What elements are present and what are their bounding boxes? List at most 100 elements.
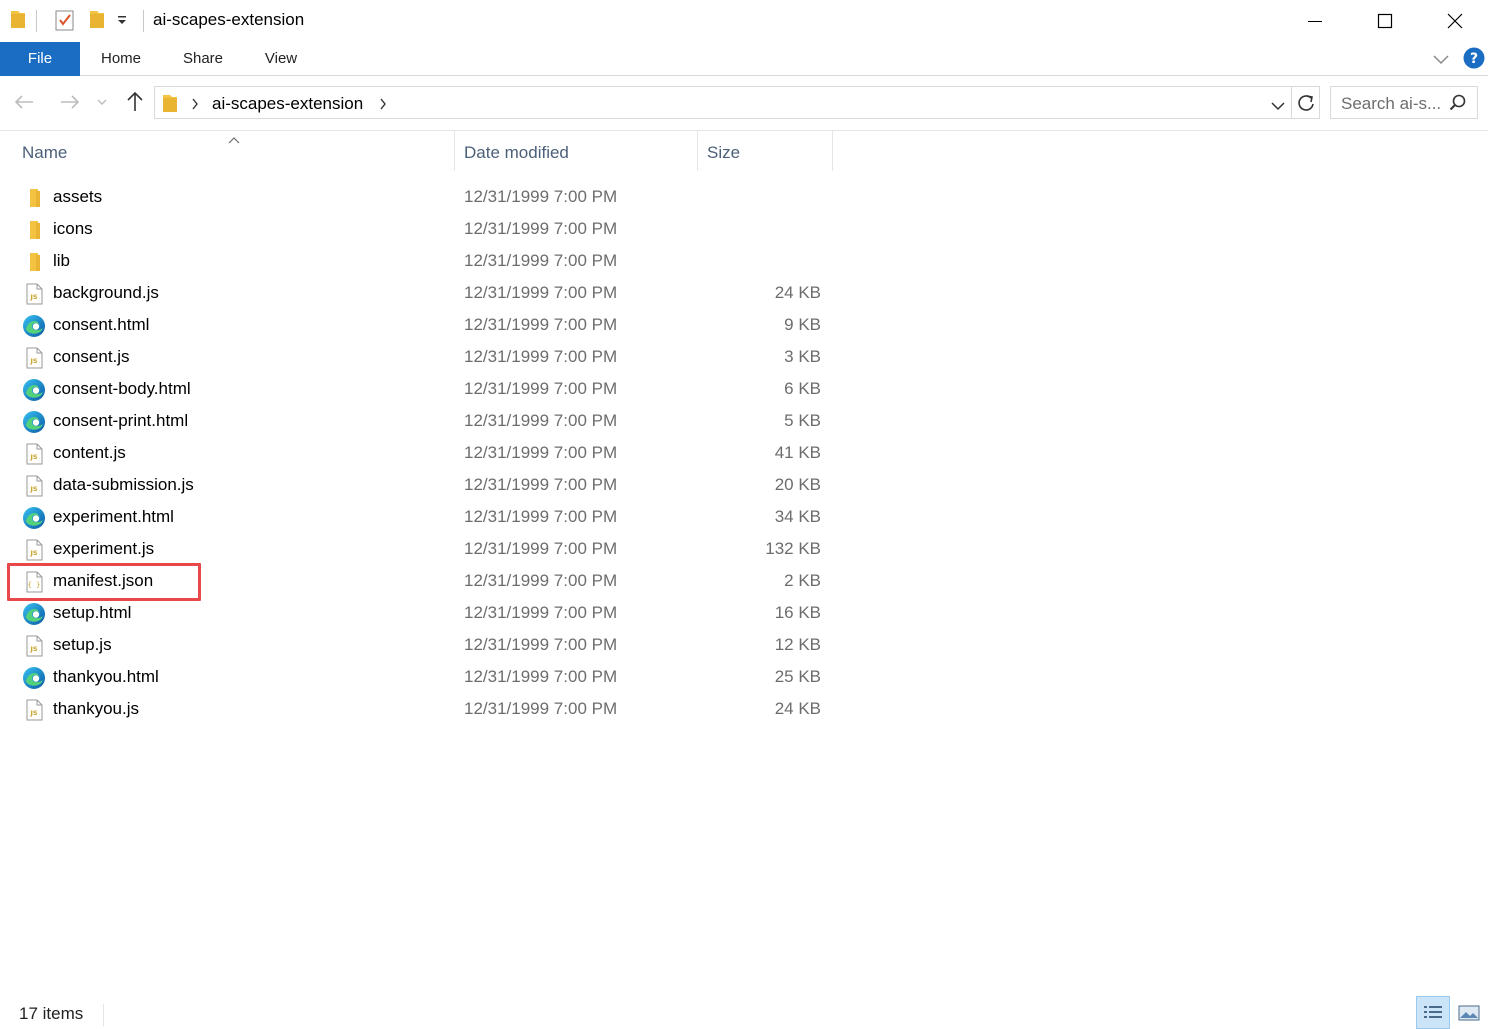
svg-text:JS: JS	[29, 357, 37, 365]
file-date-modified: 12/31/1999 7:00 PM	[464, 251, 618, 270]
details-view-button[interactable]	[1416, 996, 1450, 1029]
svg-text:JS: JS	[29, 485, 37, 493]
details-view-icon	[1424, 1005, 1442, 1018]
file-name: setup.html	[53, 603, 132, 622]
column-header-size[interactable]: Size	[707, 143, 740, 163]
up-button[interactable]	[121, 88, 149, 116]
file-row[interactable]: experiment.html 12/31/1999 7:00 PM 34 KB	[12, 502, 842, 534]
search-placeholder: Search ai-s...	[1341, 94, 1442, 113]
file-name: consent-body.html	[53, 379, 191, 398]
file-date-modified: 12/31/1999 7:00 PM	[464, 347, 618, 366]
file-size: 5 KB	[784, 411, 821, 430]
file-row[interactable]: JS data-submission.js 12/31/1999 7:00 PM 20…	[12, 470, 842, 502]
file-date-modified: 12/31/1999 7:00 PM	[464, 699, 618, 718]
file-row[interactable]: JS setup.js 12/31/1999 7:00 PM 12 KB	[12, 630, 842, 662]
file-date-modified: 12/31/1999 7:00 PM	[464, 507, 618, 526]
file-date-modified: 12/31/1999 7:00 PM	[464, 635, 618, 654]
file-date-modified: 12/31/1999 7:00 PM	[464, 443, 618, 462]
folder-icon	[161, 92, 179, 119]
file-name: consent.js	[53, 347, 130, 366]
edge-html-file-icon	[22, 506, 46, 530]
file-name: thankyou.html	[53, 667, 159, 686]
file-date-modified: 12/31/1999 7:00 PM	[464, 379, 618, 398]
new-folder-icon[interactable]	[88, 8, 106, 35]
file-row[interactable]: setup.html 12/31/1999 7:00 PM 16 KB	[12, 598, 842, 630]
file-name: setup.js	[53, 635, 112, 654]
svg-text:JS: JS	[29, 709, 37, 717]
file-row[interactable]: consent.html 12/31/1999 7:00 PM 9 KB	[12, 310, 842, 342]
file-date-modified: 12/31/1999 7:00 PM	[464, 667, 618, 686]
file-size: 3 KB	[784, 347, 821, 366]
file-name: lib	[53, 251, 71, 270]
edge-html-file-icon	[22, 378, 46, 402]
svg-text:JS: JS	[29, 645, 37, 653]
folder-icon	[22, 250, 46, 274]
ribbon-tabs: File Home Share View ?	[0, 42, 1488, 76]
tab-share[interactable]: Share	[172, 42, 234, 76]
file-row[interactable]: JS consent.js 12/31/1999 7:00 PM 3 KB	[12, 342, 842, 374]
file-row[interactable]: assets 12/31/1999 7:00 PM	[12, 182, 842, 214]
edge-html-file-icon	[22, 602, 46, 626]
file-row[interactable]: JS background.js 12/31/1999 7:00 PM 24 KB	[12, 278, 842, 310]
file-size: 24 KB	[774, 699, 821, 718]
file-name: data-submission.js	[53, 475, 194, 494]
file-row[interactable]: consent-body.html 12/31/1999 7:00 PM 6 KB	[12, 374, 842, 406]
file-date-modified: 12/31/1999 7:00 PM	[464, 539, 618, 558]
column-header-name[interactable]: Name	[22, 143, 67, 163]
file-date-modified: 12/31/1999 7:00 PM	[464, 603, 618, 622]
breadcrumb-chevron-icon[interactable]	[191, 97, 199, 115]
title-bar: ai-scapes-extension	[0, 0, 1488, 42]
file-date-modified: 12/31/1999 7:00 PM	[464, 475, 618, 494]
close-button[interactable]	[1420, 0, 1488, 42]
breadcrumb-chevron-icon[interactable]	[379, 97, 387, 115]
tab-view[interactable]: View	[252, 42, 310, 76]
js-file-icon: JS	[22, 538, 46, 562]
file-row[interactable]: JS experiment.js 12/31/1999 7:00 PM 132 KB	[12, 534, 842, 566]
file-name: thankyou.js	[53, 699, 139, 718]
edge-html-file-icon	[22, 410, 46, 434]
status-item-count: 17 items	[19, 1004, 84, 1023]
file-date-modified: 12/31/1999 7:00 PM	[464, 187, 618, 206]
file-date-modified: 12/31/1999 7:00 PM	[464, 283, 618, 302]
file-row[interactable]: consent-print.html 12/31/1999 7:00 PM 5 KB	[12, 406, 842, 438]
maximize-button[interactable]	[1350, 0, 1420, 42]
customize-toolbar-chevron-icon[interactable]	[116, 14, 128, 33]
svg-text:JS: JS	[29, 453, 37, 461]
file-date-modified: 12/31/1999 7:00 PM	[464, 411, 618, 430]
svg-text:JS: JS	[29, 549, 37, 557]
svg-text:?: ?	[1470, 51, 1478, 67]
expand-ribbon-chevron-icon[interactable]	[1432, 52, 1450, 71]
file-size: 2 KB	[784, 571, 821, 590]
folder-icon	[9, 8, 27, 35]
search-icon[interactable]	[1449, 94, 1467, 117]
highlight-box-manifest-json	[7, 563, 201, 601]
file-name: content.js	[53, 443, 126, 462]
minimize-button[interactable]	[1280, 0, 1350, 42]
tab-home[interactable]: Home	[90, 42, 152, 76]
back-button[interactable]	[10, 88, 38, 116]
help-icon[interactable]: ?	[1463, 47, 1485, 74]
file-size: 25 KB	[774, 667, 821, 686]
breadcrumb-current-folder[interactable]: ai-scapes-extension	[212, 94, 363, 114]
js-file-icon: JS	[22, 442, 46, 466]
file-row[interactable]: thankyou.html 12/31/1999 7:00 PM 25 KB	[12, 662, 842, 694]
address-history-chevron-icon[interactable]	[1271, 98, 1285, 116]
recent-locations-chevron-icon[interactable]	[92, 88, 112, 116]
large-icons-view-button[interactable]	[1452, 996, 1486, 1029]
forward-button[interactable]	[56, 88, 84, 116]
file-date-modified: 12/31/1999 7:00 PM	[464, 315, 618, 334]
refresh-icon[interactable]	[1296, 93, 1316, 118]
file-row[interactable]: icons 12/31/1999 7:00 PM	[12, 214, 842, 246]
folder-icon	[22, 186, 46, 210]
tab-file[interactable]: File	[0, 42, 80, 76]
file-row[interactable]: JS thankyou.js 12/31/1999 7:00 PM 24 KB	[12, 694, 842, 726]
file-name: consent.html	[53, 315, 150, 334]
column-header-date-modified[interactable]: Date modified	[464, 143, 569, 163]
file-row[interactable]: JS content.js 12/31/1999 7:00 PM 41 KB	[12, 438, 842, 470]
properties-icon[interactable]	[54, 8, 76, 37]
js-file-icon: JS	[22, 474, 46, 498]
search-input[interactable]: Search ai-s...	[1330, 86, 1478, 119]
file-row[interactable]: lib 12/31/1999 7:00 PM	[12, 246, 842, 278]
file-size: 16 KB	[774, 603, 821, 622]
address-bar[interactable]: ai-scapes-extension	[154, 86, 1320, 119]
